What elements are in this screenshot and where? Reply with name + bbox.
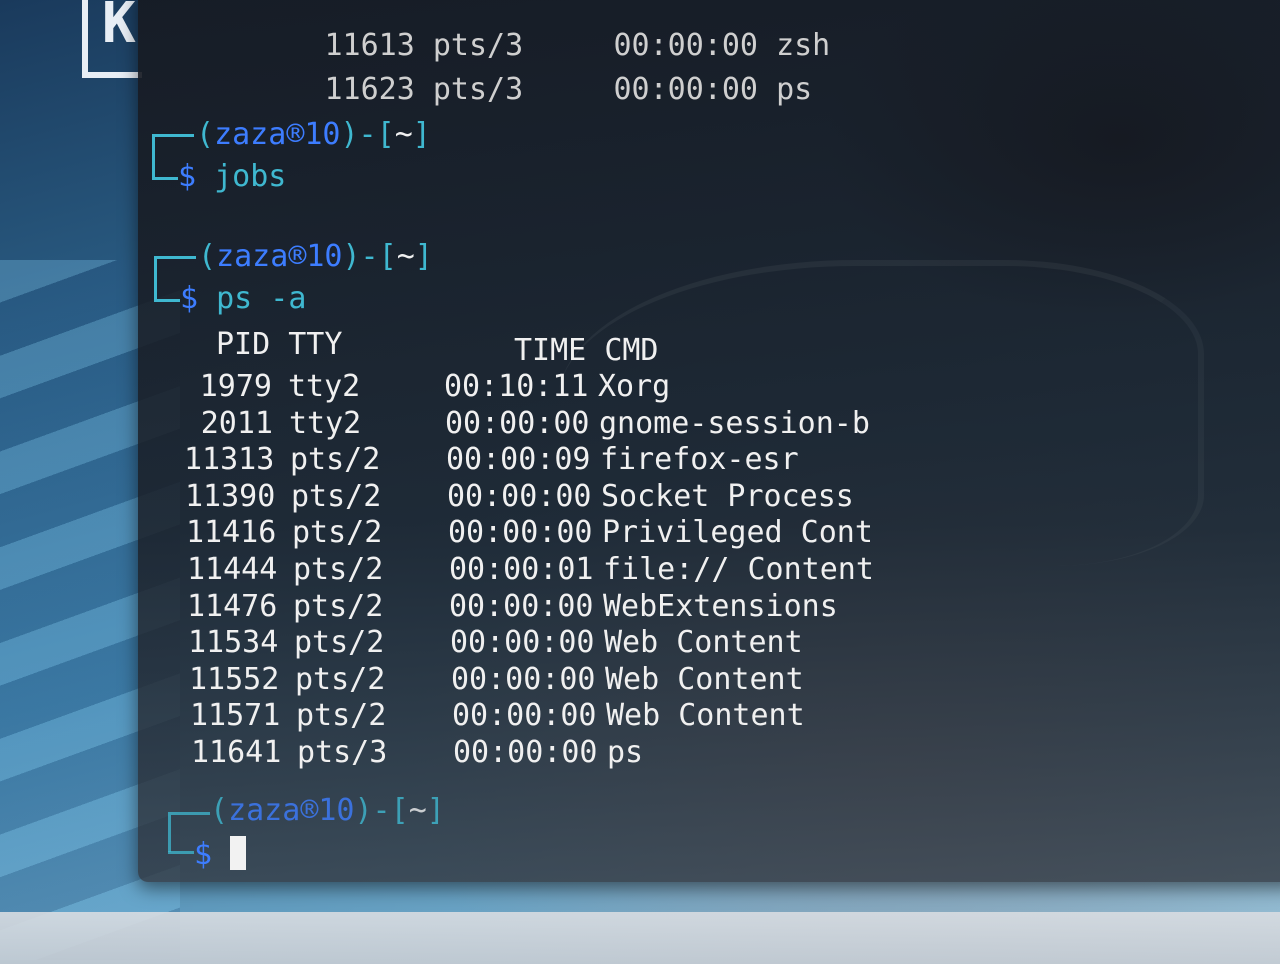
time-cell: 00:00:00 (452, 698, 597, 733)
time-cell: 00:00:00 (447, 479, 592, 514)
prompt-host: 10 (304, 117, 341, 152)
time-cell: 00:00:00 (451, 662, 596, 697)
time-cell: 00:00:00 (453, 735, 598, 770)
prompt-symbol: $ (178, 159, 197, 194)
table-row: 11390 pts/2 00:00:00 Socket Process (185, 478, 854, 515)
tty-cell: pts/2 (291, 479, 382, 514)
time-cell: 00:10:11 (444, 369, 589, 404)
time-cell: 00:00:00 (613, 72, 759, 107)
table-row: 11313 pts/2 00:00:09 firefox-esr (184, 441, 799, 478)
pid-cell: 11416 (186, 515, 277, 550)
command-text: ps -a (216, 281, 307, 316)
time-cell: 00:00:00 (448, 515, 593, 550)
cmd-cell: Xorg (598, 369, 671, 404)
table-row: 11416 pts/2 00:00:00 Privileged Cont (186, 514, 873, 551)
cmd-cell: file:// Content (603, 552, 874, 587)
time-cell: 00:00:00 (449, 589, 594, 624)
table-row: 2011 tty2 00:00:00 gnome-session-b (183, 405, 870, 442)
cmd-cell: Web Content (606, 698, 805, 733)
pid-cell: 11641 (191, 735, 282, 770)
tty-cell: tty2 (289, 406, 362, 441)
pid-cell: 11313 (184, 442, 275, 477)
kali-logo-icon: K (82, 0, 142, 78)
cmd-cell: ps (776, 72, 813, 107)
cmd-cell: Web Content (604, 625, 803, 660)
desktop-panel (0, 912, 1280, 964)
tty-cell: pts/2 (296, 698, 387, 733)
desktop: K 11613 pts/3 00:00:00 zsh 11623 pts/3 0… (0, 0, 1280, 964)
cmd-cell: gnome-session-b (599, 406, 870, 441)
pid-cell: 11534 (188, 625, 279, 660)
header-tty: TTY (288, 327, 343, 362)
command-text: jobs (214, 159, 287, 194)
table-row: 11552 pts/2 00:00:00 Web Content (189, 661, 804, 698)
time-cell: 00:00:09 (446, 442, 591, 477)
pid-cell: 11444 (187, 552, 278, 587)
table-header: PID TTY (216, 326, 342, 363)
tty-cell: pts/2 (294, 625, 385, 660)
table-row: 11476 pts/2 00:00:00 WebExtensions (187, 588, 838, 625)
time-cell: 00:00:00 (450, 625, 595, 660)
pid-cell: 11476 (187, 589, 278, 624)
table-row: 11571 pts/2 00:00:00 Web Content (190, 697, 805, 734)
cmd-cell: Web Content (605, 662, 804, 697)
prompt-symbol: $ (180, 281, 199, 316)
tty-cell: pts/2 (295, 662, 386, 697)
cmd-cell: firefox-esr (600, 442, 799, 477)
time-cell: 00:00:01 (449, 552, 594, 587)
kali-logo-letter: K (102, 0, 136, 56)
table-row: 11444 pts/2 00:00:01 file:// Content (187, 551, 874, 588)
table-row: 11641 pts/3 00:00:00 ps (191, 734, 643, 771)
prompt-host: 10 (306, 239, 343, 274)
tty-cell: pts/2 (292, 515, 383, 550)
prompt-user: zaza (228, 793, 301, 828)
prompt-frame-foot (168, 850, 194, 854)
prompt-user: zaza (216, 239, 289, 274)
prompt-dir: ~ (408, 793, 427, 828)
cmd-cell: Privileged Cont (602, 515, 873, 550)
pid-cell: 11390 (185, 479, 276, 514)
prompt-symbol: $ (194, 837, 213, 872)
prompt-dir: ~ (394, 117, 413, 152)
prompt-user: zaza (214, 117, 287, 152)
tty-cell: pts/2 (293, 552, 384, 587)
prompt-frame-foot (154, 298, 180, 302)
cmd-cell: WebExtensions (603, 589, 838, 624)
prompt-line: (zaza®10)-[~] (210, 793, 445, 828)
prompt-line: (zaza®10)-[~] (198, 239, 433, 274)
prompt-dir: ~ (396, 239, 415, 274)
cmd-cell: ps (607, 735, 644, 770)
header-time: TIME (514, 333, 587, 368)
table-row: 1979 tty2 00:10:11 Xorg (182, 368, 671, 405)
tty-cell: pts/3 (297, 735, 388, 770)
terminal-window[interactable]: 11613 pts/3 00:00:00 zsh 11623 pts/3 00:… (138, 0, 1280, 882)
command-line: $ jobs (178, 158, 286, 195)
pid-cell: 2011 (200, 406, 273, 441)
table-row: 11534 pts/2 00:00:00 Web Content (188, 624, 803, 661)
cmd-cell: Socket Process (601, 479, 854, 514)
pid-cell: 11552 (189, 662, 280, 697)
input-line[interactable]: $ (194, 836, 247, 873)
tty-cell: pts/2 (290, 442, 381, 477)
pid-cell: 1979 (199, 369, 272, 404)
block-cursor[interactable] (230, 836, 247, 870)
time-cell: 00:00:00 (445, 406, 590, 441)
tty-cell: tty2 (288, 369, 361, 404)
tty-cell: pts/3 (432, 72, 524, 107)
tty-cell: pts/2 (293, 589, 384, 624)
header-cmd: CMD (604, 333, 659, 368)
table-header: TIME CMD (514, 332, 659, 369)
pid-cell: 11571 (190, 698, 281, 733)
prompt-host: 10 (318, 793, 355, 828)
header-pid: PID (216, 327, 271, 362)
pid-cell: 11623 (324, 72, 415, 107)
prompt-frame-foot (152, 176, 178, 180)
prompt-line: (zaza®10)-[~] (196, 117, 431, 152)
command-line: $ ps -a (180, 280, 306, 317)
